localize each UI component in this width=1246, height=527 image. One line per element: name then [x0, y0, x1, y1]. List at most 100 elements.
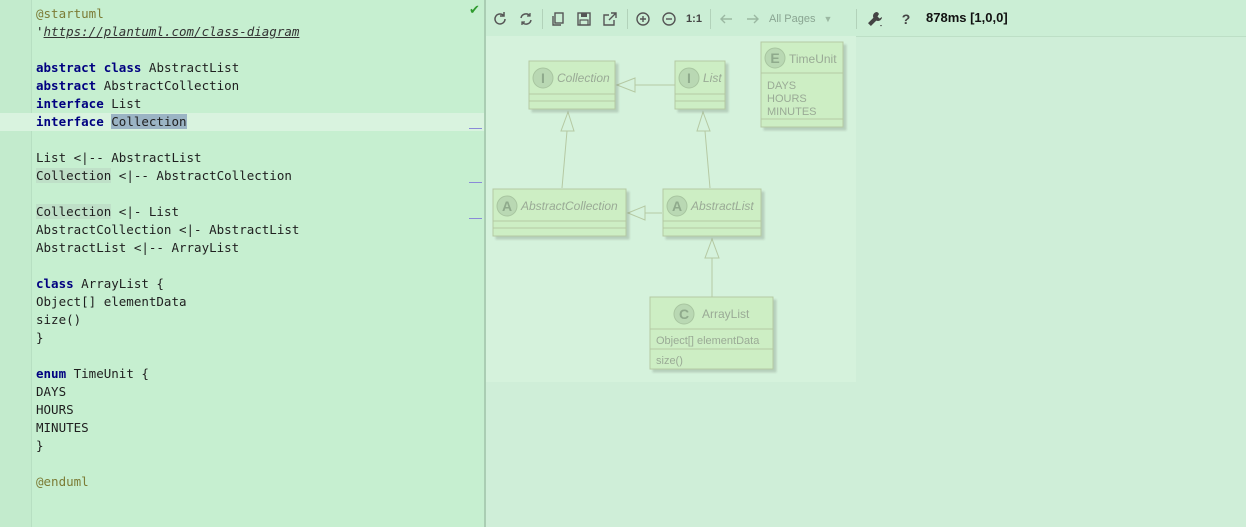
code-editor[interactable]: @startuml 'https://plantuml.com/class-dia…: [0, 0, 484, 527]
code-token: ArrayList {: [73, 276, 164, 291]
edge-list-collection: [615, 77, 675, 93]
refresh-icon[interactable]: [490, 9, 510, 29]
code-line[interactable]: [36, 185, 299, 203]
link-token[interactable]: https://plantuml.com/class-diagram: [44, 24, 300, 39]
code-line[interactable]: Collection <|-- AbstractCollection: [36, 167, 299, 185]
code-token: <|-- AbstractCollection: [111, 168, 292, 183]
edge-abstractlist-list: [696, 110, 711, 189]
scroll-marker: [469, 128, 482, 129]
code-token: @startuml: [36, 6, 104, 21]
line-gutter: [0, 0, 32, 527]
stereotype-letter: I: [541, 70, 545, 86]
keyword-token: class: [36, 276, 74, 291]
code-line[interactable]: abstract AbstractCollection: [36, 77, 299, 95]
stereotype-letter: C: [679, 306, 689, 322]
code-token: size(): [36, 312, 82, 327]
code-token: TimeUnit {: [66, 366, 149, 381]
code-line[interactable]: 'https://plantuml.com/class-diagram: [36, 23, 299, 41]
code-token: AbstractCollection: [96, 78, 240, 93]
save-icon[interactable]: [574, 9, 594, 29]
stereotype-letter: E: [770, 50, 779, 66]
code-token: HOURS: [36, 402, 74, 417]
zoom-reset-button[interactable]: 1:1: [684, 9, 704, 29]
code-line[interactable]: class ArrayList {: [36, 275, 299, 293]
enum-value: DAYS: [767, 80, 796, 92]
code-token: MINUTES: [36, 420, 89, 435]
zoom-in-icon[interactable]: [633, 9, 653, 29]
edge-abstractlist-abstractcollection: [626, 205, 662, 221]
keyword-token: interface: [36, 96, 104, 111]
class-name: AbstractCollection: [520, 199, 618, 213]
keyword-token: abstract: [36, 60, 97, 75]
copy-icon[interactable]: [548, 9, 568, 29]
code-line[interactable]: interface Collection: [36, 113, 299, 131]
code-line[interactable]: Object[] elementData: [36, 293, 299, 311]
class-method: size(): [656, 355, 683, 367]
stereotype-letter: A: [502, 198, 512, 214]
scroll-marker: [469, 182, 482, 183]
code-line[interactable]: }: [36, 437, 299, 455]
open-external-icon[interactable]: [600, 9, 620, 29]
diagram-preview: 1:1 All Pages ▼ ? 878ms [1,0,0] I Collec…: [486, 0, 1246, 527]
code-line[interactable]: [36, 347, 299, 365]
code-token: Collection: [36, 168, 112, 183]
code-line[interactable]: interface List: [36, 95, 299, 113]
toolbar-separator: [542, 9, 543, 29]
enum-value: HOURS: [767, 93, 807, 105]
wrench-icon[interactable]: [864, 9, 886, 29]
render-timing: 878ms [1,0,0]: [926, 10, 1008, 25]
code-line[interactable]: Collection <|- List: [36, 203, 299, 221]
diagram-canvas: I Collection I List E TimeUnit DAYS HOUR…: [486, 36, 856, 382]
code-line[interactable]: abstract class AbstractList: [36, 59, 299, 77]
code-token: Collection: [111, 114, 187, 129]
code-token: List: [103, 96, 142, 111]
pages-dropdown[interactable]: All Pages ▼: [769, 10, 839, 28]
code-token: AbstractList <|-- ArrayList: [36, 240, 240, 255]
edge-arraylist-abstractlist: [704, 237, 720, 297]
help-button[interactable]: ?: [896, 9, 916, 29]
class-name: TimeUnit: [789, 52, 837, 66]
enum-value: MINUTES: [767, 106, 817, 118]
keyword-token: class: [103, 60, 142, 75]
code-token: AbstractCollection <|- AbstractList: [36, 222, 300, 237]
code-line[interactable]: [36, 257, 299, 275]
toolbar-separator: [710, 9, 711, 29]
code-token: AbstractList: [141, 60, 240, 75]
arrow-left-icon[interactable]: [716, 9, 736, 29]
code-line[interactable]: [36, 131, 299, 149]
edge-abstractcollection-collection: [560, 110, 575, 189]
code-line[interactable]: }: [36, 329, 299, 347]
class-name: AbstractList: [690, 199, 754, 213]
scroll-marker: [469, 218, 482, 219]
code-line[interactable]: [36, 41, 299, 59]
code-line[interactable]: AbstractList <|-- ArrayList: [36, 239, 299, 257]
code-token: @enduml: [36, 474, 89, 489]
code-line[interactable]: DAYS: [36, 383, 299, 401]
code-token: Collection: [36, 204, 112, 219]
code-line[interactable]: List <|-- AbstractList: [36, 149, 299, 167]
class-name: Collection: [557, 71, 610, 85]
code-line[interactable]: HOURS: [36, 401, 299, 419]
class-field: Object[] elementData: [656, 335, 760, 347]
code-line[interactable]: enum TimeUnit {: [36, 365, 299, 383]
pages-dropdown-label: All Pages: [769, 13, 816, 25]
code-lines[interactable]: @startuml 'https://plantuml.com/class-dia…: [36, 5, 299, 491]
code-token: List <|-- AbstractList: [36, 150, 202, 165]
code-line[interactable]: [36, 455, 299, 473]
code-line[interactable]: MINUTES: [36, 419, 299, 437]
arrow-right-icon[interactable]: [743, 9, 763, 29]
code-token: <|- List: [111, 204, 179, 219]
code-line[interactable]: AbstractCollection <|- AbstractList: [36, 221, 299, 239]
code-token: DAYS: [36, 384, 67, 399]
code-line[interactable]: @enduml: [36, 473, 299, 491]
keyword-token: enum: [36, 366, 67, 381]
zoom-out-icon[interactable]: [659, 9, 679, 29]
class-diagram: I Collection I List E TimeUnit DAYS HOUR…: [492, 41, 844, 370]
code-token: ': [36, 24, 44, 39]
keyword-token: interface: [36, 114, 104, 129]
code-line[interactable]: @startuml: [36, 5, 299, 23]
reload-icon[interactable]: [516, 9, 536, 29]
stereotype-letter: I: [687, 70, 691, 86]
code-line[interactable]: size(): [36, 311, 299, 329]
